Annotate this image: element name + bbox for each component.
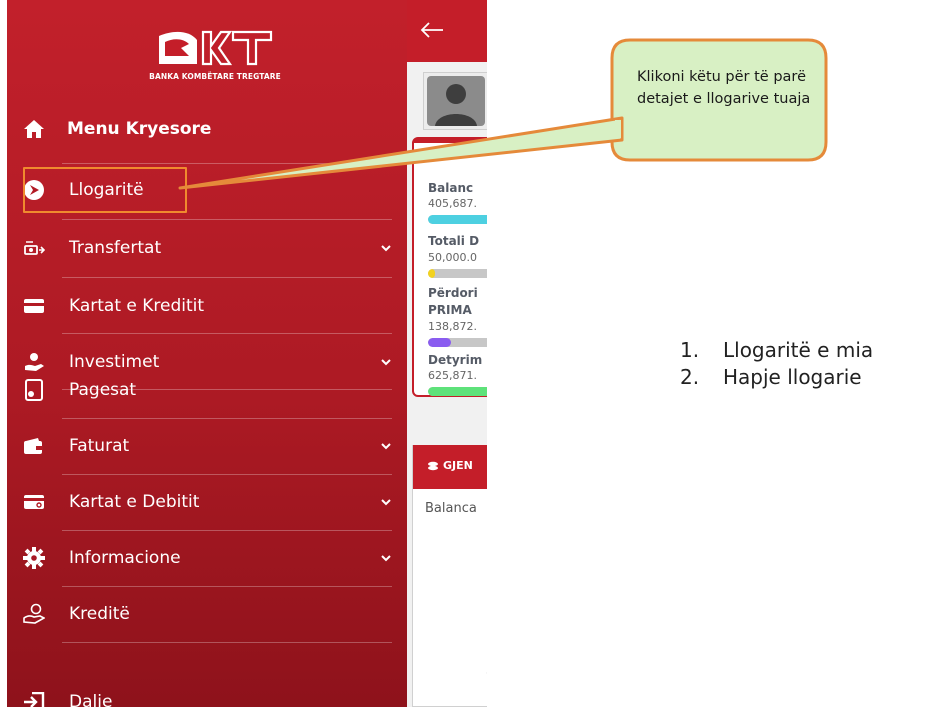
summary-label: Përdori (428, 286, 478, 300)
callout-text: Klikoni këtu për të parë detajet e lloga… (637, 69, 811, 107)
progress-fill (428, 215, 487, 224)
back-arrow-icon[interactable] (419, 20, 445, 40)
menu-item-loans[interactable]: Kreditë (7, 586, 407, 642)
background-app: Balanc 405,687. Totali D 50,000.0 Përdor… (407, 0, 487, 707)
highlight-box (23, 167, 187, 213)
menu-item-transfers[interactable]: Transfertat (7, 220, 407, 276)
list-text: Hapje llogarie (723, 365, 862, 389)
general-info-card[interactable]: GJEN Balanca 3 (412, 445, 487, 707)
progress-fill (428, 338, 452, 347)
payment-receipt-icon (23, 379, 45, 401)
menu-item-label: Kreditë (69, 604, 130, 624)
menu-item-label: Kartat e Debitit (69, 492, 200, 512)
menu-item-invoices[interactable]: Faturat (7, 418, 407, 474)
menu-item-information[interactable]: Informacione (7, 530, 407, 586)
menu-item-main-menu[interactable]: Menu Kryesore (7, 101, 407, 157)
chevron-down-icon[interactable] (379, 439, 393, 453)
menu-item-label: Menu Kryesore (67, 119, 212, 139)
user-silhouette-icon (427, 76, 485, 126)
progress-bar (428, 215, 487, 224)
card-header: GJEN (413, 445, 487, 489)
credit-card-icon (23, 295, 45, 317)
menu-item-label: Faturat (69, 436, 130, 456)
list-item: 2. Hapje llogarie (680, 364, 873, 391)
chevron-down-icon[interactable] (379, 241, 393, 255)
coins-icon (428, 461, 438, 471)
list-number: 1. (680, 338, 700, 362)
menu-item-label: Transfertat (69, 238, 162, 258)
balance-label: Balanca (425, 501, 477, 516)
avatar[interactable] (423, 72, 487, 130)
summary-label: Detyrim (428, 353, 483, 367)
summary-value: 405,687. (428, 197, 477, 210)
chevron-down-icon[interactable] (379, 495, 393, 509)
progress-bar (428, 387, 487, 396)
chevron-down-icon[interactable] (379, 551, 393, 565)
progress-fill (428, 269, 435, 278)
summary-label: Balanc (428, 181, 474, 195)
logout-icon (23, 691, 45, 707)
summary-value: 50,000.0 (428, 251, 477, 264)
menu-item-logout[interactable]: Dalie (7, 674, 407, 707)
summary-label: Totali D (428, 234, 480, 248)
account-summary-card[interactable]: Balanc 405,687. Totali D 50,000.0 Përdor… (412, 137, 487, 397)
app-header (407, 0, 487, 62)
gear-icon (23, 547, 45, 569)
card-title: GJEN (443, 459, 473, 472)
money-transfer-icon (23, 237, 45, 259)
bkt-logo: BANKA KOMBËTARE TREGTARE (145, 28, 285, 88)
menu-item-debit-cards[interactable]: Kartat e Debitit (7, 474, 407, 530)
summary-value: 138,872. (428, 320, 477, 333)
bank-name: BANKA KOMBËTARE TREGTARE (149, 72, 281, 81)
progress-fill (428, 387, 487, 396)
progress-bar (428, 338, 487, 347)
home-icon (23, 118, 45, 140)
summary-label-line2: PRIMA (428, 303, 472, 317)
partial-value: 3 (486, 663, 487, 677)
list-number: 2. (680, 365, 700, 389)
bkt-logo-mark (159, 30, 273, 66)
menu-item-label: Informacione (69, 548, 181, 568)
summary-value: 625,871. (428, 369, 477, 382)
divider (62, 642, 392, 643)
instructions-list: 1. Llogaritë e mia 2. Hapje llogarie (680, 337, 873, 391)
menu-item-label: Pagesat (69, 380, 137, 400)
menu-item-label: Kartat e Kreditit (69, 296, 205, 316)
progress-bar (428, 269, 487, 278)
navigation-drawer: BANKA KOMBËTARE TREGTARE Menu Kryesore L… (7, 0, 407, 707)
menu-item-payments[interactable]: Pagesat (7, 362, 407, 418)
menu-item-label: Dalie (69, 692, 113, 707)
list-item: 1. Llogaritë e mia (680, 337, 873, 364)
list-text: Llogaritë e mia (723, 338, 874, 362)
loan-hand-icon (23, 603, 45, 625)
wallet-icon (23, 435, 45, 457)
menu-item-credit-cards[interactable]: Kartat e Kreditit (7, 278, 407, 334)
debit-card-icon (23, 491, 45, 513)
